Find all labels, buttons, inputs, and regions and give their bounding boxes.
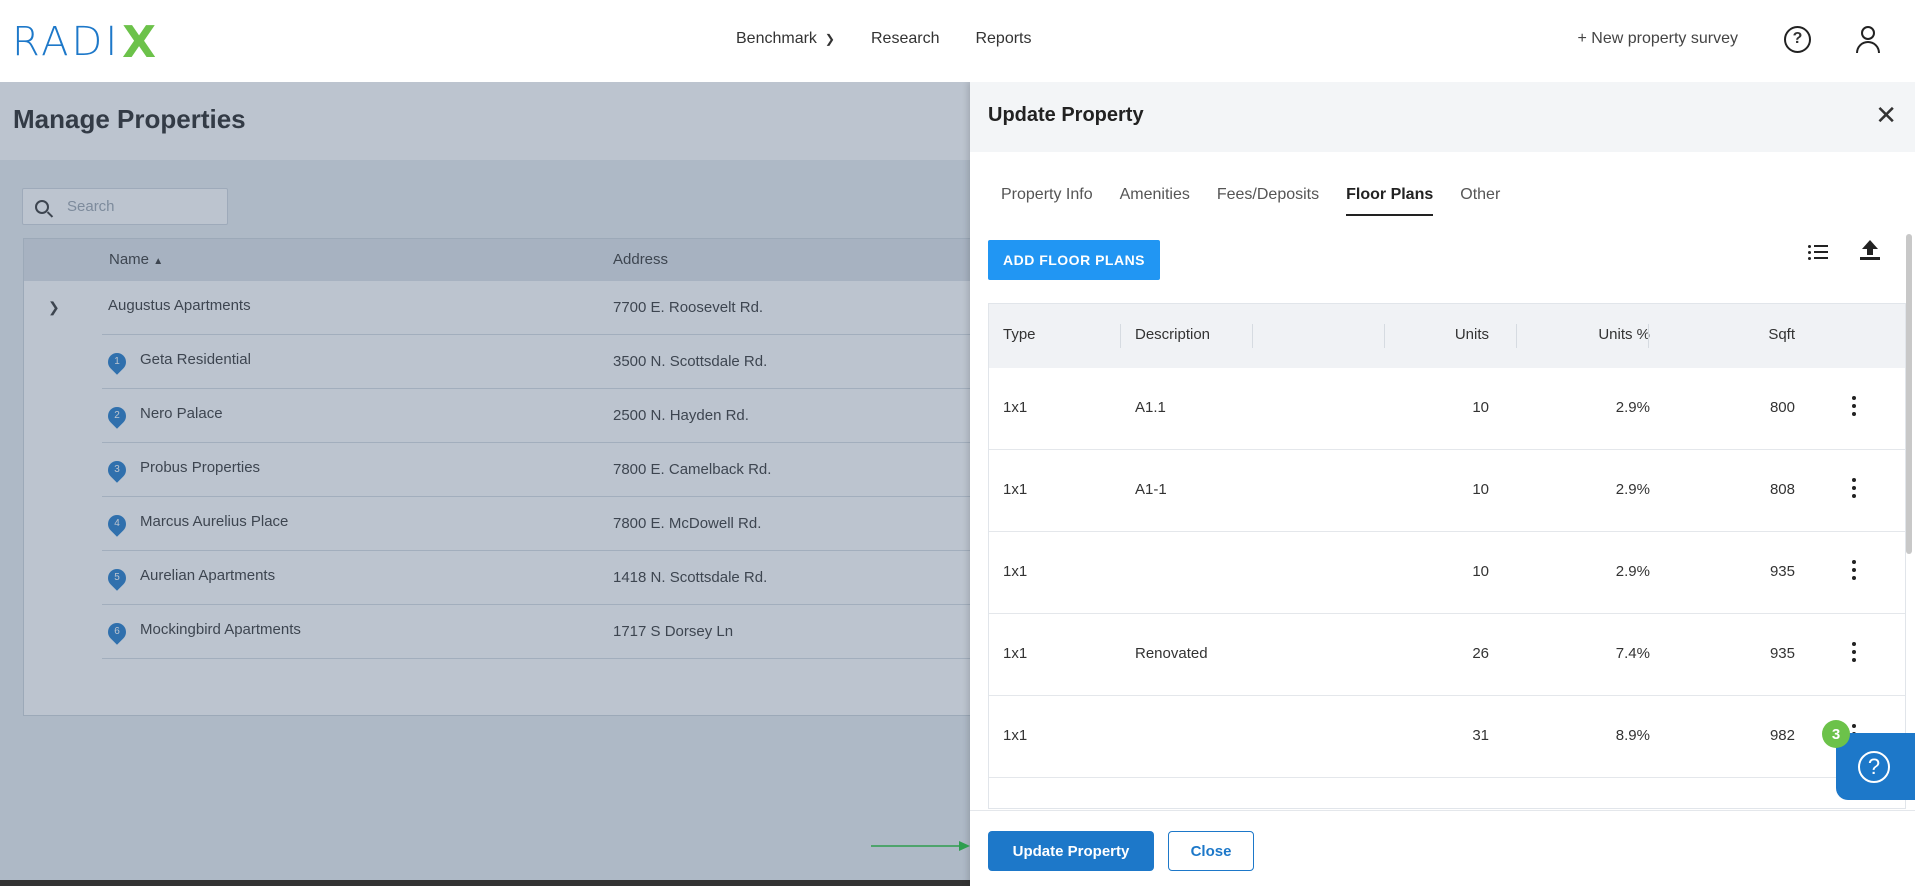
- cell-sqft: 800: [1769, 399, 1795, 416]
- pointer-arrow-icon: [871, 841, 970, 851]
- help-badge: 3: [1822, 720, 1850, 748]
- cell-units: 10: [1472, 563, 1489, 580]
- drawer-header: Update Property ✕: [970, 82, 1915, 152]
- new-property-survey-link[interactable]: + New property survey: [1577, 30, 1738, 48]
- main-nav: Benchmark ❯ Research Reports: [736, 30, 1032, 48]
- more-options-icon[interactable]: [1852, 478, 1856, 498]
- tab-amenities[interactable]: Amenities: [1120, 186, 1190, 216]
- add-floor-plans-button[interactable]: ADD FLOOR PLANS: [988, 240, 1160, 280]
- table-row[interactable]: 1x1 31 8.9% 982: [989, 696, 1905, 778]
- cell-type: 1x1: [1003, 563, 1028, 580]
- drawer-footer: Update Property Close: [970, 810, 1915, 886]
- floor-plans-table: Type Description Units Units % Sqft 1x1 …: [988, 303, 1906, 809]
- tab-property-info[interactable]: Property Info: [1001, 186, 1093, 216]
- cell-units-pct: 2.9%: [1615, 563, 1650, 580]
- help-widget-button[interactable]: ?: [1836, 733, 1915, 800]
- nav-reports[interactable]: Reports: [975, 30, 1031, 48]
- cell-sqft: 982: [1769, 727, 1795, 744]
- tab-floor-plans[interactable]: Floor Plans: [1346, 186, 1434, 216]
- list-view-icon[interactable]: [1808, 244, 1828, 260]
- close-icon[interactable]: ✕: [1875, 102, 1897, 128]
- cell-units: 26: [1472, 645, 1489, 662]
- more-options-icon[interactable]: [1852, 560, 1856, 580]
- user-icon[interactable]: [1853, 24, 1883, 54]
- cell-sqft: 935: [1769, 645, 1795, 662]
- table-row-partial[interactable]: [989, 778, 1905, 808]
- tab-other[interactable]: Other: [1460, 186, 1500, 216]
- header-actions: + New property survey ?: [1577, 24, 1915, 54]
- column-units-pct[interactable]: Units %: [1598, 326, 1650, 343]
- more-options-icon[interactable]: [1852, 642, 1856, 662]
- cell-description: A1-1: [1135, 481, 1167, 498]
- tab-fees-deposits[interactable]: Fees/Deposits: [1217, 186, 1319, 216]
- upload-icon[interactable]: [1860, 240, 1880, 262]
- table-row[interactable]: 1x1 10 2.9% 935: [989, 532, 1905, 614]
- table-row[interactable]: 1x1 Renovated 26 7.4% 935: [989, 614, 1905, 696]
- column-sqft[interactable]: Sqft: [1768, 326, 1795, 343]
- cell-type: 1x1: [1003, 645, 1028, 662]
- modal-backdrop[interactable]: [0, 82, 970, 886]
- close-button[interactable]: Close: [1168, 831, 1254, 871]
- update-property-button[interactable]: Update Property: [988, 831, 1154, 871]
- column-type[interactable]: Type: [1003, 326, 1036, 343]
- cell-description: A1.1: [1135, 399, 1166, 416]
- radix-logo[interactable]: RADI X: [12, 17, 156, 68]
- nav-reports-label: Reports: [975, 30, 1032, 47]
- cell-sqft: 808: [1769, 481, 1795, 498]
- update-property-drawer: Update Property ✕ Property Info Amenitie…: [970, 82, 1915, 886]
- drawer-tabs: Property Info Amenities Fees/Deposits Fl…: [1001, 186, 1500, 216]
- cell-type: 1x1: [1003, 481, 1028, 498]
- cell-units-pct: 8.9%: [1615, 727, 1650, 744]
- help-icon[interactable]: ?: [1784, 25, 1811, 53]
- cell-units: 10: [1472, 481, 1489, 498]
- cell-sqft: 935: [1769, 563, 1795, 580]
- cell-description: Renovated: [1135, 645, 1208, 662]
- nav-research[interactable]: Research: [871, 30, 939, 48]
- cell-type: 1x1: [1003, 399, 1028, 416]
- cell-type: 1x1: [1003, 727, 1028, 744]
- nav-research-label: Research: [870, 30, 940, 47]
- cell-units-pct: 7.4%: [1615, 645, 1650, 662]
- more-options-icon[interactable]: [1852, 396, 1856, 416]
- taskbar-strip: [0, 880, 970, 886]
- logo-x: X: [122, 16, 157, 68]
- cell-units: 31: [1472, 727, 1489, 744]
- cell-units: 10: [1472, 399, 1489, 416]
- table-row[interactable]: 1x1 A1-1 10 2.9% 808: [989, 450, 1905, 532]
- nav-benchmark[interactable]: Benchmark ❯: [736, 30, 835, 48]
- top-bar: RADI X Benchmark ❯ Research Reports + New…: [0, 0, 1915, 82]
- question-icon: ?: [1858, 750, 1890, 783]
- table-row[interactable]: 1x1 A1.1 10 2.9% 800: [989, 368, 1905, 450]
- nav-benchmark-label: Benchmark: [736, 30, 817, 47]
- table-header: Type Description Units Units % Sqft: [989, 304, 1905, 368]
- column-description[interactable]: Description: [1135, 326, 1210, 343]
- chevron-down-icon: ❯: [824, 32, 835, 46]
- drawer-title: Update Property: [988, 104, 1144, 126]
- cell-units-pct: 2.9%: [1615, 399, 1650, 416]
- column-units[interactable]: Units: [1455, 326, 1489, 343]
- cell-units-pct: 2.9%: [1615, 481, 1650, 498]
- logo-text: RADI: [12, 19, 121, 65]
